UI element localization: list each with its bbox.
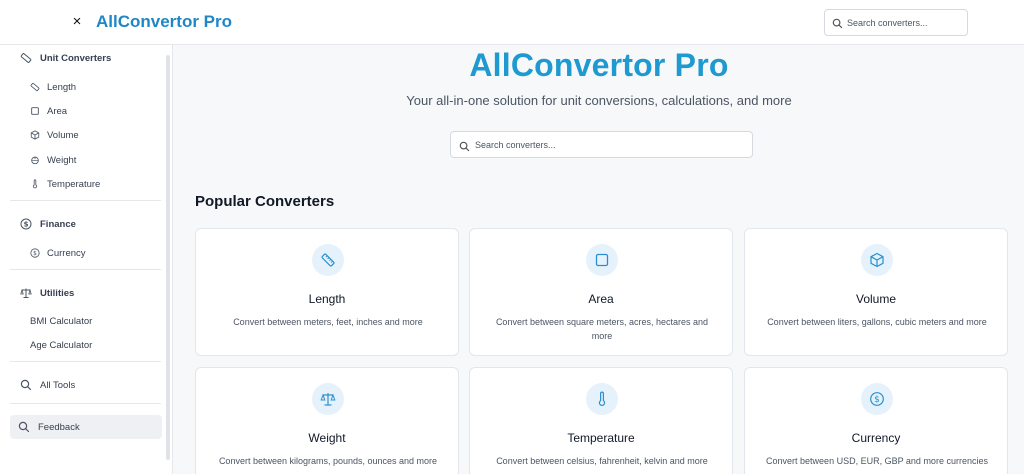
sidebar-scrollbar[interactable]	[166, 55, 170, 460]
converter-card-length[interactable]: Length Convert between meters, feet, inc…	[195, 228, 459, 356]
sidebar-item-bmi-calculator[interactable]: BMI Calculator	[30, 311, 92, 331]
feedback-button[interactable]: Feedback	[10, 415, 162, 439]
sidebar-item-all-tools[interactable]: All Tools	[20, 375, 75, 395]
card-title: Area	[588, 292, 614, 306]
sidebar-item-currency[interactable]: $ Currency	[30, 243, 86, 263]
sidebar-section-unit-converters[interactable]: Unit Converters	[20, 48, 111, 68]
ruler-icon	[20, 52, 32, 64]
sidebar-divider	[10, 269, 161, 270]
card-title: Length	[308, 292, 346, 306]
card-description: Convert between USD, EUR, GBP and more c…	[766, 456, 988, 466]
converter-card-temperature[interactable]: Temperature Convert between celsius, fah…	[469, 367, 733, 474]
thermometer-icon	[30, 179, 40, 189]
weight-icon	[30, 155, 40, 165]
hero-title: AllConvertor Pro	[469, 47, 729, 83]
sidebar-divider	[10, 403, 161, 404]
converter-card-weight[interactable]: Weight Convert between kilograms, pounds…	[195, 367, 459, 474]
sidebar-item-weight[interactable]: Weight	[30, 150, 76, 170]
search-icon	[20, 379, 32, 391]
cube-icon	[30, 130, 40, 140]
square-icon	[586, 244, 618, 276]
cube-icon	[861, 244, 893, 276]
ruler-icon	[30, 82, 40, 92]
sidebar-item-age-calculator[interactable]: Age Calculator	[30, 335, 92, 355]
square-icon	[30, 106, 40, 116]
sidebar-section-finance[interactable]: $ Finance	[20, 214, 76, 234]
thermometer-icon	[586, 383, 618, 415]
feedback-label: Feedback	[38, 421, 80, 433]
header-search-input[interactable]	[847, 10, 965, 35]
popular-converters-title: Popular Converters	[195, 193, 335, 210]
sidebar-section-utilities[interactable]: Utilities	[20, 283, 74, 303]
sidebar-item-temperature[interactable]: Temperature	[30, 174, 100, 194]
svg-text:$: $	[24, 221, 29, 229]
converter-card-volume[interactable]: Volume Convert between liters, gallons, …	[744, 228, 1008, 356]
sidebar-item-label: Temperature	[47, 178, 101, 190]
hero-subtitle: Your all-in-one solution for unit conver…	[406, 93, 792, 108]
scale-icon	[312, 383, 344, 415]
sidebar-item-volume[interactable]: Volume	[30, 125, 79, 145]
search-icon	[18, 421, 30, 433]
card-title: Temperature	[567, 431, 635, 445]
card-title: Volume	[855, 292, 897, 306]
sidebar: Unit Converters Length Area Volume Weigh…	[0, 45, 173, 474]
card-description: Convert between celsius, fahrenheit, kel…	[496, 456, 708, 466]
brand-title[interactable]: AllConvertor Pro	[96, 12, 232, 32]
card-title: Weight	[308, 431, 346, 445]
sidebar-item-label: Weight	[47, 154, 77, 166]
sidebar-section-label: Finance	[40, 218, 76, 230]
dollar-circle-icon: $	[20, 218, 32, 230]
sidebar-item-length[interactable]: Length	[30, 77, 76, 97]
sidebar-divider	[10, 200, 161, 201]
sidebar-item-area[interactable]: Area	[30, 101, 67, 121]
card-description: Convert between kilograms, pounds, ounce…	[218, 456, 438, 466]
close-sidebar-button[interactable]: ×	[68, 12, 86, 32]
sidebar-item-label: Volume	[47, 129, 79, 141]
converter-card-currency[interactable]: $ Currency Convert between USD, EUR, GBP…	[744, 367, 1008, 474]
header-search-box[interactable]	[824, 9, 968, 36]
svg-text:$: $	[33, 251, 37, 257]
main-search-input[interactable]	[475, 132, 745, 157]
sidebar-item-label: All Tools	[40, 379, 76, 391]
sidebar-item-label: Length	[47, 81, 77, 93]
converter-card-area[interactable]: Area Convert between square meters, acre…	[469, 228, 733, 356]
svg-text:$: $	[874, 395, 880, 405]
sidebar-item-label: Currency	[47, 247, 86, 259]
dollar-circle-icon: $	[861, 383, 893, 415]
main-search-box[interactable]	[450, 131, 753, 158]
card-description: Convert between square meters, acres, he…	[495, 317, 709, 341]
search-icon	[459, 139, 470, 157]
sidebar-section-label: Unit Converters	[40, 52, 112, 64]
sidebar-item-label: Area	[47, 105, 68, 117]
sidebar-item-label: BMI Calculator	[30, 315, 93, 327]
ruler-icon	[312, 244, 344, 276]
sidebar-divider	[10, 361, 161, 362]
card-description: Convert between meters, feet, inches and…	[233, 317, 423, 327]
sidebar-item-label: Age Calculator	[30, 339, 93, 351]
search-icon	[832, 16, 843, 34]
card-title: Currency	[851, 431, 901, 445]
card-description: Convert between liters, gallons, cubic m…	[767, 317, 987, 327]
top-header: × AllConvertor Pro	[0, 0, 1024, 45]
sidebar-section-label: Utilities	[40, 287, 75, 299]
scale-icon	[20, 287, 32, 299]
dollar-circle-icon: $	[30, 248, 40, 258]
